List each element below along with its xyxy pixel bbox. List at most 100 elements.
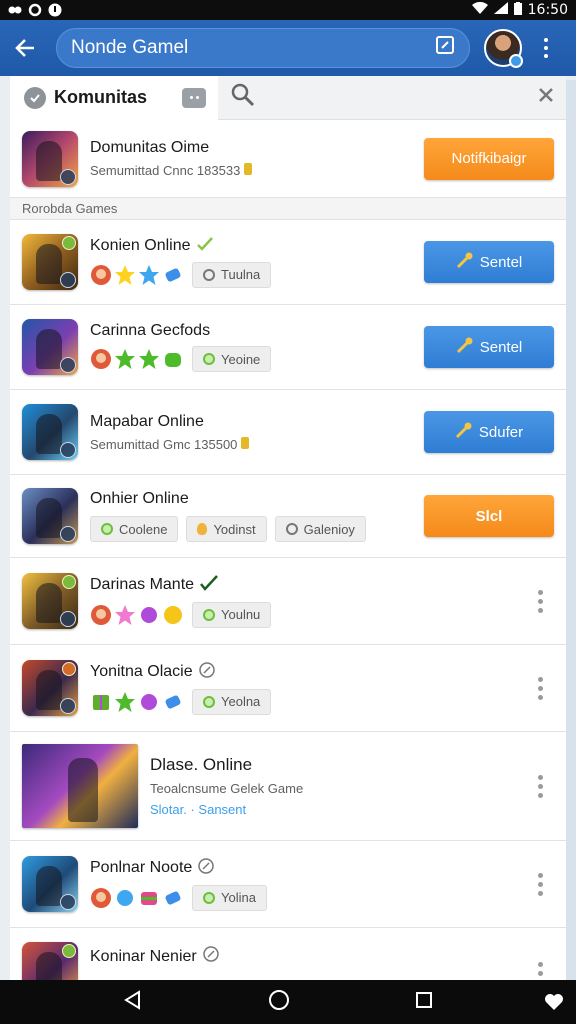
link-text[interactable]: Sansent [198,802,246,817]
home-nav-icon[interactable] [268,989,290,1016]
send-button[interactable]: Sentel [424,326,554,368]
edit-icon[interactable] [435,35,455,61]
arrow-left-icon [15,39,34,57]
game-controller-icon [8,3,22,17]
play-button[interactable]: Slcl [424,495,554,537]
game-thumbnail [22,234,78,290]
game-thumbnail [22,488,78,544]
list-item[interactable]: Darinas Mante Youlnu [10,558,566,645]
chip-label: Galenioy [303,521,355,537]
back-nav-icon[interactable] [123,989,143,1015]
notify-button[interactable]: Notifkibaigr [424,137,554,180]
game-subtitle: Semumittad Cnnc 183533 [90,163,241,178]
tab-bar: Komunitas [10,76,566,120]
search-icon[interactable] [230,82,256,113]
list-item[interactable]: Ponlnar Noote Yolina [10,841,566,928]
chip-label: Yeoine [221,351,261,367]
send-button[interactable]: Sentel [424,241,554,283]
status-chip: Coolene [90,516,179,542]
link-text[interactable]: Slotar. [150,802,187,817]
star-icon [138,348,160,370]
key-icon [456,336,474,358]
chip-label: Coolene [119,521,168,537]
game-name: Dlase. Online [150,755,253,774]
button-label: Sentel [479,253,523,271]
status-chip: Yeoine [192,346,272,372]
verified-badge-icon [509,54,523,68]
chip-label: Yodinst [213,521,256,537]
list-item[interactable]: Mapabar Online Semumittad Gmc 135500 Sdu… [10,390,566,475]
game-thumbnail [22,660,78,716]
game-name: Onhier Online [90,490,189,507]
avatar-icon [90,264,112,286]
gift-icon [138,887,160,909]
coin-icon [241,436,250,449]
game-name: Koninar Nenier [90,947,197,965]
star-icon [138,264,160,286]
status-chip: Galenioy [274,516,366,542]
status-bar: 16:50 [0,0,576,20]
status-chip: Yodinst [186,516,267,542]
system-nav-bar [0,980,576,1024]
game-thumbnail [22,319,78,375]
emoji-icon [162,604,184,626]
app-bar: Nonde Gamel [0,20,576,76]
list-item[interactable]: Yonitna Olacie Yeolna [10,645,566,732]
gem-icon [162,691,184,713]
button-label: Sdufer [478,423,524,441]
flame-icon [197,523,208,535]
box-icon [90,691,112,713]
game-thumbnail [22,856,78,912]
featured-row[interactable]: Domunitas Oime Semumittad Cnnc 183533 No… [10,120,566,198]
star-icon [114,604,136,626]
game-name: Darinas Mante [90,576,195,593]
list-item[interactable]: Dlase. Online Teoalcnsume Gelek Game Slo… [10,732,566,841]
chip-label: Tuulna [221,267,261,282]
list-item[interactable]: Koninar Nenier [10,928,566,980]
game-name: Mapabar Online [90,412,204,430]
game-name: Carinna Gecfods [90,322,211,339]
avatar-icon [90,348,112,370]
chip-label: Yeolna [221,694,261,709]
verified-icon [198,661,215,683]
heart-icon[interactable] [544,993,564,1016]
overflow-menu-icon[interactable] [536,33,556,63]
more-options-icon[interactable] [530,589,550,613]
avatar-icon [90,887,112,909]
coin-icon [243,163,252,175]
game-subtitle: Teoalcnsume Gelek Game [150,781,304,796]
game-thumbnail [22,573,78,629]
back-button[interactable] [10,33,40,63]
game-subtitle: Semumittad Gmc 135500 [90,436,238,452]
gem-icon [162,887,184,909]
more-options-icon[interactable] [530,872,550,896]
key-icon [456,251,474,273]
close-icon[interactable] [538,87,554,108]
game-thumbnail [22,404,78,460]
key-icon [455,421,473,443]
list-item[interactable]: Onhier Online Coolene Yodinst Galenioy S… [10,475,566,558]
list-item[interactable]: Carinna Gecfods Yeoine Sentel [10,305,566,390]
leaf-icon [162,348,184,370]
avatar[interactable] [484,29,523,68]
gem-icon [162,264,184,286]
more-options-icon[interactable] [530,676,550,700]
send-button[interactable]: Sdufer [424,411,554,453]
star-icon [114,348,136,370]
background-stripe [566,80,576,980]
game-name: Yonitna Olacie [90,663,193,680]
status-chip: Yeolna [192,688,272,715]
search-field[interactable]: Nonde Gamel [56,28,470,68]
alert-icon [48,3,62,17]
clock-time: 16:50 [527,2,568,18]
recents-nav-icon[interactable] [415,991,433,1014]
star-icon [114,691,136,713]
more-options-icon[interactable] [530,962,550,980]
more-options-icon[interactable] [530,774,550,798]
tab-komunitas[interactable]: Komunitas [10,76,218,120]
list-item[interactable]: Konien Online Tuulna Sentel [10,220,566,305]
chat-icon[interactable] [182,87,206,108]
search-title: Nonde Gamel [71,37,189,58]
game-thumbnail [22,130,78,187]
status-chip: Youlnu [192,601,272,628]
